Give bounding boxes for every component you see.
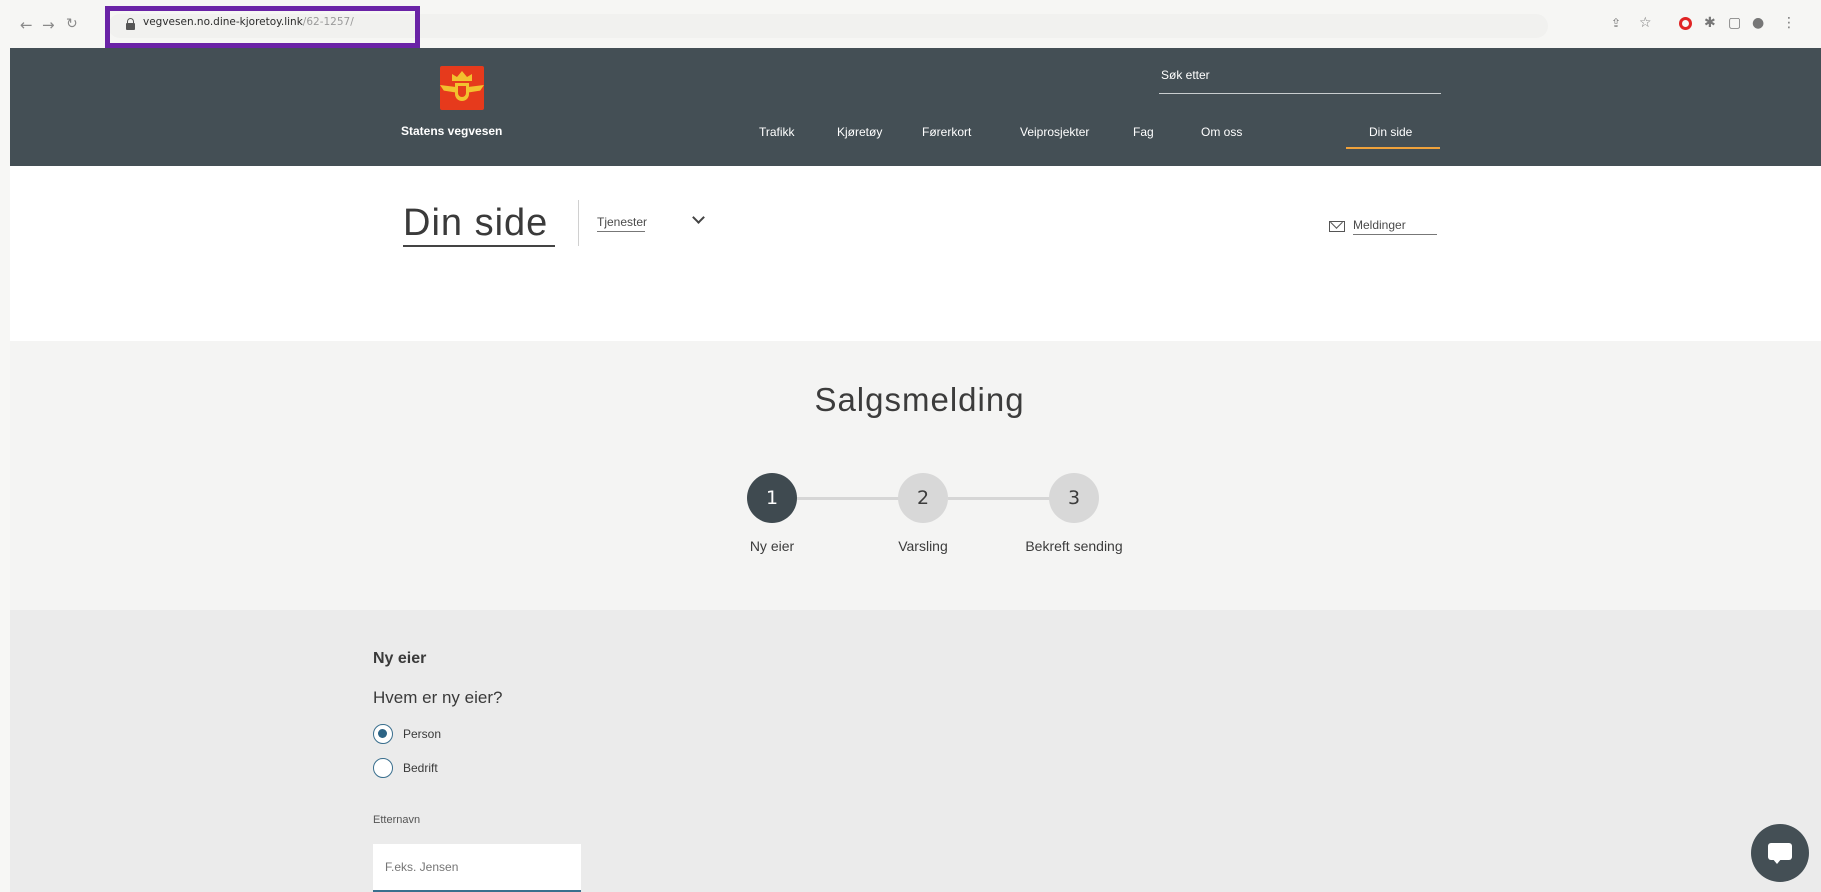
share-icon[interactable]: ⇪ bbox=[1611, 14, 1621, 32]
star-icon[interactable]: ☆ bbox=[1639, 14, 1652, 32]
chevron-down-icon[interactable] bbox=[692, 211, 705, 224]
browser-window: ← → ↻ vegvesen.no.dine-kjoretoy.link/62-… bbox=[10, 0, 1821, 892]
step-1-circle: 1 bbox=[747, 473, 797, 523]
profile-icon[interactable]: ● bbox=[1752, 14, 1764, 32]
page-title: Din side bbox=[403, 202, 549, 244]
nav-item-din-side[interactable]: Din side bbox=[1369, 125, 1412, 139]
services-dropdown[interactable]: Tjenester bbox=[597, 215, 647, 229]
lastname-input[interactable] bbox=[373, 844, 581, 892]
sidebar-icon[interactable]: ▢ bbox=[1728, 14, 1741, 32]
step-3-circle: 3 bbox=[1049, 473, 1099, 523]
search-underline bbox=[1159, 93, 1441, 94]
back-arrow-icon[interactable]: ← bbox=[20, 16, 33, 34]
section-title-text: Salgsmelding bbox=[814, 381, 1025, 418]
step-2-circle: 2 bbox=[898, 473, 948, 523]
nav-item-fag[interactable]: Fag bbox=[1133, 125, 1154, 139]
active-nav-indicator bbox=[1346, 147, 1440, 149]
lastname-label: Etternavn bbox=[373, 814, 421, 826]
radio-person[interactable] bbox=[373, 724, 393, 744]
nav-item-trafikk[interactable]: Trafikk bbox=[759, 125, 795, 139]
nav-item-kjoretoy[interactable]: Kjøretøy bbox=[837, 125, 882, 139]
messages-underline bbox=[1353, 234, 1437, 235]
section-title: Salgsmelding bbox=[10, 381, 1821, 419]
stepper-section: Salgsmelding 1 2 3 Ny eier Varsling Bekr… bbox=[10, 341, 1821, 610]
radio-bedrift-label[interactable]: Bedrift bbox=[403, 761, 438, 775]
form-section: Ny eier Hvem er ny eier? Person Bedrift … bbox=[10, 610, 1821, 892]
step-1-label: Ny eier bbox=[749, 538, 795, 554]
logo-icon[interactable] bbox=[440, 66, 484, 110]
step-connector bbox=[948, 497, 1053, 500]
page-title-underline bbox=[403, 245, 555, 247]
services-underline bbox=[597, 231, 645, 232]
form-heading: Ny eier bbox=[373, 650, 427, 667]
search-input[interactable]: Søk etter bbox=[1161, 68, 1210, 82]
extensions-icon[interactable]: ✱ bbox=[1704, 14, 1716, 32]
chat-button[interactable] bbox=[1751, 824, 1809, 882]
browser-toolbar: ← → ↻ vegvesen.no.dine-kjoretoy.link/62-… bbox=[10, 0, 1821, 48]
title-divider bbox=[578, 200, 579, 246]
step-connector bbox=[797, 497, 902, 500]
menu-icon[interactable]: ⋮ bbox=[1782, 14, 1796, 32]
nav-item-veiprosjekter[interactable]: Veiprosjekter bbox=[1020, 125, 1089, 139]
opera-icon[interactable] bbox=[1679, 17, 1692, 30]
forward-arrow-icon[interactable]: → bbox=[42, 16, 55, 34]
mail-icon[interactable] bbox=[1329, 221, 1345, 232]
reload-icon[interactable]: ↻ bbox=[66, 16, 78, 32]
logo-text[interactable]: Statens vegvesen bbox=[401, 124, 502, 138]
chat-icon-tail bbox=[1772, 858, 1782, 864]
step-3-label: Bekreft sending bbox=[1025, 538, 1123, 554]
nav-item-om-oss[interactable]: Om oss bbox=[1201, 125, 1242, 139]
step-2-label: Varsling bbox=[898, 538, 948, 554]
messages-link[interactable]: Meldinger bbox=[1353, 218, 1406, 232]
radio-bedrift[interactable] bbox=[373, 758, 393, 778]
form-question: Hvem er ny eier? bbox=[373, 688, 503, 707]
site-header: Statens vegvesen Søk etter Trafikk Kjøre… bbox=[10, 48, 1821, 166]
nav-item-forerkort[interactable]: Førerkort bbox=[922, 125, 971, 139]
url-highlight-box bbox=[105, 6, 420, 48]
radio-person-label[interactable]: Person bbox=[403, 727, 441, 741]
